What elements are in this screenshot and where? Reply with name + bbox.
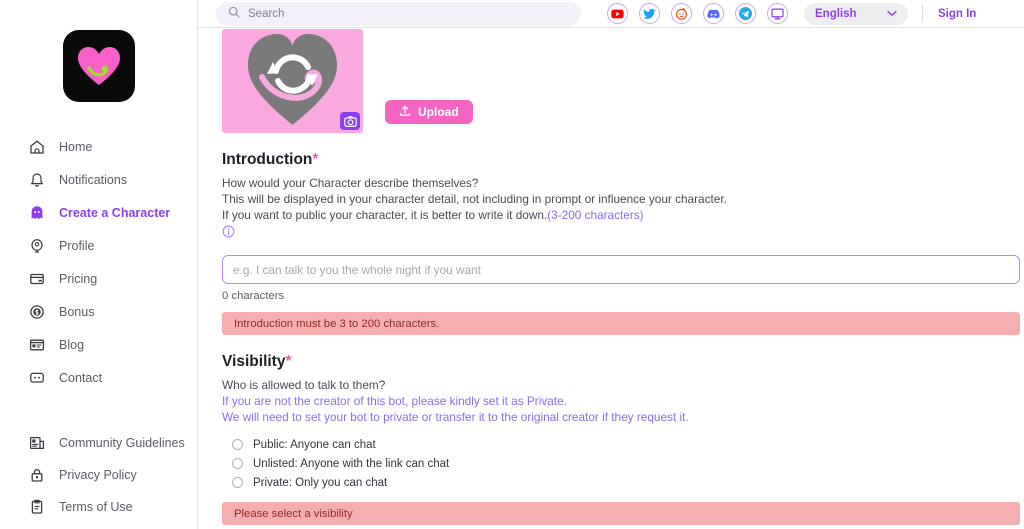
introduction-desc-line-3: If you want to public your character, it… <box>222 207 1024 223</box>
sidebar-item-profile[interactable]: Profile <box>0 229 197 262</box>
visibility-title-text: Visibility <box>222 353 286 370</box>
visibility-title: Visibility* <box>222 353 1024 371</box>
news-icon <box>28 435 45 452</box>
logo-container[interactable] <box>0 0 197 102</box>
language-selector[interactable]: English <box>804 2 908 25</box>
search-input[interactable]: Search <box>248 8 284 20</box>
sidebar-item-label: Profile <box>59 238 95 253</box>
sidebar-item-label: Notifications <box>59 172 128 187</box>
avatar[interactable] <box>222 29 363 133</box>
radio-button[interactable] <box>232 458 243 469</box>
character-count: 0 characters <box>222 290 285 302</box>
visibility-option-unlisted[interactable]: Unlisted: Anyone with the link can chat <box>222 454 1024 473</box>
introduction-desc-line-2: This will be displayed in your character… <box>222 192 727 206</box>
sidebar-item-community-guidelines[interactable]: Community Guidelines <box>0 427 197 459</box>
sidebar-item-label: Terms of Use <box>59 500 133 514</box>
sign-in-button[interactable]: Sign In <box>938 8 976 20</box>
article-icon <box>28 336 45 353</box>
required-asterisk: * <box>312 151 319 168</box>
introduction-char-range: (3-200 characters) <box>547 208 644 222</box>
main-content: Upload Introduction* How would your Char… <box>198 29 1024 529</box>
sidebar-item-privacy-policy[interactable]: Privacy Policy <box>0 459 197 491</box>
sidebar-item-create-a-character[interactable]: Create a Character <box>0 196 197 229</box>
upload-icon <box>399 105 411 120</box>
visibility-option-label: Public: Anyone can chat <box>253 438 376 451</box>
upload-button-label: Upload <box>418 105 459 119</box>
discord-icon[interactable] <box>703 3 724 24</box>
reddit-icon[interactable] <box>671 3 692 24</box>
page-root: Home Notifications Create a Character Pr… <box>0 0 1024 529</box>
social-links <box>607 3 788 24</box>
coin-dollar-icon <box>28 303 45 320</box>
visibility-notice-line-1: If you are not the creator of this bot, … <box>222 394 567 408</box>
sidebar-item-terms-of-use[interactable]: Terms of Use <box>0 491 197 523</box>
sidebar-footer-nav: Community Guidelines Privacy Policy Term… <box>0 427 197 529</box>
camera-icon[interactable] <box>340 112 360 130</box>
chat-bubble-icon <box>28 369 45 386</box>
introduction-title: Introduction* <box>222 151 1024 169</box>
visibility-option-private[interactable]: Private: Only you can chat <box>222 473 1024 492</box>
introduction-desc-line-3-text: If you want to public your character, it… <box>222 208 548 222</box>
sidebar-item-label: Create a Character <box>59 205 171 220</box>
home-icon <box>28 138 45 155</box>
avatar-upload-row: Upload <box>222 29 1024 133</box>
search-icon <box>228 5 240 23</box>
visibility-option-label: Private: Only you can chat <box>253 476 388 489</box>
visibility-radio-group: Public: Anyone can chat Unlisted: Anyone… <box>222 435 1024 492</box>
header-divider <box>922 5 923 22</box>
clipboard-icon <box>28 499 45 516</box>
visibility-error-message: Please select a visibility <box>222 502 1020 525</box>
monitor-icon[interactable] <box>767 3 788 24</box>
telegram-icon[interactable] <box>735 3 756 24</box>
sidebar-item-label: Pricing <box>59 271 98 286</box>
sidebar-item-label: Community Guidelines <box>59 436 185 450</box>
bell-icon <box>28 171 45 188</box>
sidebar-nav: Home Notifications Create a Character Pr… <box>0 130 197 394</box>
introduction-error-message: Introduction must be 3 to 200 characters… <box>222 312 1020 335</box>
search-bar[interactable]: Search <box>216 1 581 26</box>
credit-card-icon <box>28 270 45 287</box>
sidebar-item-label: Home <box>59 139 93 154</box>
ghost-icon <box>28 204 45 221</box>
info-circle-icon[interactable] <box>222 225 1024 243</box>
chevron-down-icon <box>887 8 897 20</box>
sidebar-item-notifications[interactable]: Notifications <box>0 163 197 196</box>
visibility-desc-line-1: Who is allowed to talk to them? <box>222 378 386 392</box>
sidebar-item-label: Privacy Policy <box>59 468 137 482</box>
user-badge-icon <box>28 237 45 254</box>
sidebar-item-contact[interactable]: Contact <box>0 361 197 394</box>
introduction-section: Introduction* How would your Character d… <box>222 151 1024 335</box>
sidebar-item-pricing[interactable]: Pricing <box>0 262 197 295</box>
radio-button[interactable] <box>232 439 243 450</box>
sidebar-item-label: Contact <box>59 370 103 385</box>
introduction-desc-line-1: How would your Character describe themse… <box>222 176 479 190</box>
pink-heart-logo[interactable] <box>62 30 135 102</box>
introduction-input[interactable] <box>222 255 1020 284</box>
lock-icon <box>28 467 45 484</box>
visibility-option-label: Unlisted: Anyone with the link can chat <box>253 457 450 470</box>
youtube-icon[interactable] <box>607 3 628 24</box>
sidebar-item-label: Bonus <box>59 304 95 319</box>
radio-button[interactable] <box>232 477 243 488</box>
sidebar-item-bonus[interactable]: Bonus <box>0 295 197 328</box>
visibility-option-public[interactable]: Public: Anyone can chat <box>222 435 1024 454</box>
visibility-notice-line-2: We will need to set your bot to private … <box>222 410 689 424</box>
upload-button[interactable]: Upload <box>385 100 473 124</box>
twitter-icon[interactable] <box>639 3 660 24</box>
language-label: English <box>815 7 857 20</box>
visibility-section: Visibility* Who is allowed to talk to th… <box>222 353 1024 525</box>
sidebar-item-label: Blog <box>59 337 85 352</box>
sidebar-item-home[interactable]: Home <box>0 130 197 163</box>
heart-icon <box>77 47 120 85</box>
required-asterisk: * <box>285 353 292 370</box>
sidebar-item-blog[interactable]: Blog <box>0 328 197 361</box>
introduction-title-text: Introduction <box>222 151 313 168</box>
sidebar: Home Notifications Create a Character Pr… <box>0 0 198 529</box>
top-header: Search English Sign In <box>198 0 1024 28</box>
